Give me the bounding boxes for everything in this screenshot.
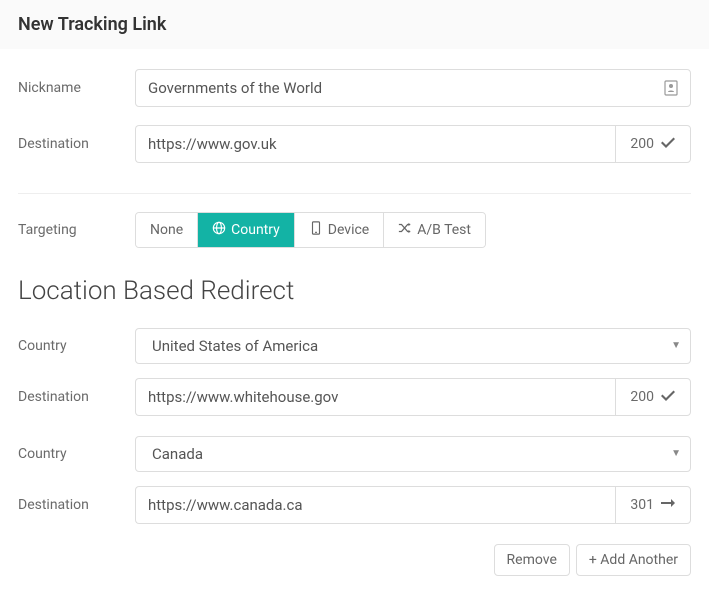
country-label: Country: [18, 446, 135, 462]
form-content: Nickname Destination 200: [0, 49, 709, 596]
nickname-label: Nickname: [18, 80, 135, 96]
redirect-destination-input[interactable]: [135, 486, 615, 524]
shuffle-icon: [398, 221, 412, 239]
redirect-destination-group: 200: [135, 378, 691, 416]
check-icon: [660, 135, 676, 153]
targeting-abtest-button[interactable]: A/B Test: [384, 213, 485, 247]
status-code: 200: [630, 389, 654, 405]
destination-input-group: 200: [135, 125, 691, 163]
remove-button[interactable]: Remove: [494, 544, 570, 576]
redirect-entry: Country United States of America ▼ Desti…: [18, 328, 691, 416]
redirect-status-badge: 200: [615, 378, 691, 416]
country-row: Country Canada ▼: [18, 436, 691, 472]
page-title: New Tracking Link: [18, 14, 691, 35]
destination-input[interactable]: [135, 125, 615, 163]
country-row: Country United States of America ▼: [18, 328, 691, 364]
redirect-destination-row: Destination 301: [18, 486, 691, 524]
globe-icon: [212, 221, 226, 239]
targeting-abtest-label: A/B Test: [417, 222, 471, 238]
country-select-wrap: Canada ▼: [135, 436, 691, 472]
nickname-input-wrap: [135, 69, 691, 107]
status-code: 200: [630, 136, 654, 152]
redirect-section-title: Location Based Redirect: [18, 276, 691, 306]
targeting-device-button[interactable]: Device: [295, 213, 384, 247]
targeting-none-button[interactable]: None: [136, 213, 198, 247]
redirect-destination-row: Destination 200: [18, 378, 691, 416]
divider: [18, 193, 691, 194]
status-code: 301: [630, 497, 654, 513]
targeting-row: Targeting None Country: [18, 212, 691, 248]
redirect-destination-label: Destination: [18, 389, 135, 405]
destination-input-wrap: 200: [135, 125, 691, 163]
targeting-device-label: Device: [328, 222, 369, 238]
destination-row: Destination 200: [18, 125, 691, 163]
redirect-entry: Country Canada ▼ Destination 301: [18, 436, 691, 524]
targeting-country-button[interactable]: Country: [198, 213, 295, 247]
targeting-none-label: None: [150, 222, 183, 238]
arrow-right-icon: [660, 496, 676, 514]
country-select-wrap: United States of America ▼: [135, 328, 691, 364]
check-icon: [660, 388, 676, 406]
country-select[interactable]: Canada: [135, 436, 691, 472]
nickname-row: Nickname: [18, 69, 691, 107]
add-another-button[interactable]: + Add Another: [576, 544, 691, 576]
targeting-label: Targeting: [18, 222, 135, 238]
targeting-country-label: Country: [231, 222, 280, 238]
nickname-input[interactable]: [135, 69, 691, 107]
country-label: Country: [18, 338, 135, 354]
device-icon: [309, 221, 323, 239]
destination-label: Destination: [18, 136, 135, 152]
country-select[interactable]: United States of America: [135, 328, 691, 364]
redirect-destination-wrap: 200: [135, 378, 691, 416]
redirect-destination-group: 301: [135, 486, 691, 524]
redirect-destination-input[interactable]: [135, 378, 615, 416]
redirect-destination-wrap: 301: [135, 486, 691, 524]
destination-status-badge: 200: [615, 125, 691, 163]
redirect-destination-label: Destination: [18, 497, 135, 513]
contact-card-icon: [663, 80, 679, 96]
targeting-button-group: None Country: [135, 212, 486, 248]
footer-actions: Remove + Add Another: [18, 544, 691, 576]
redirect-status-badge: 301: [615, 486, 691, 524]
page-header: New Tracking Link: [0, 0, 709, 49]
